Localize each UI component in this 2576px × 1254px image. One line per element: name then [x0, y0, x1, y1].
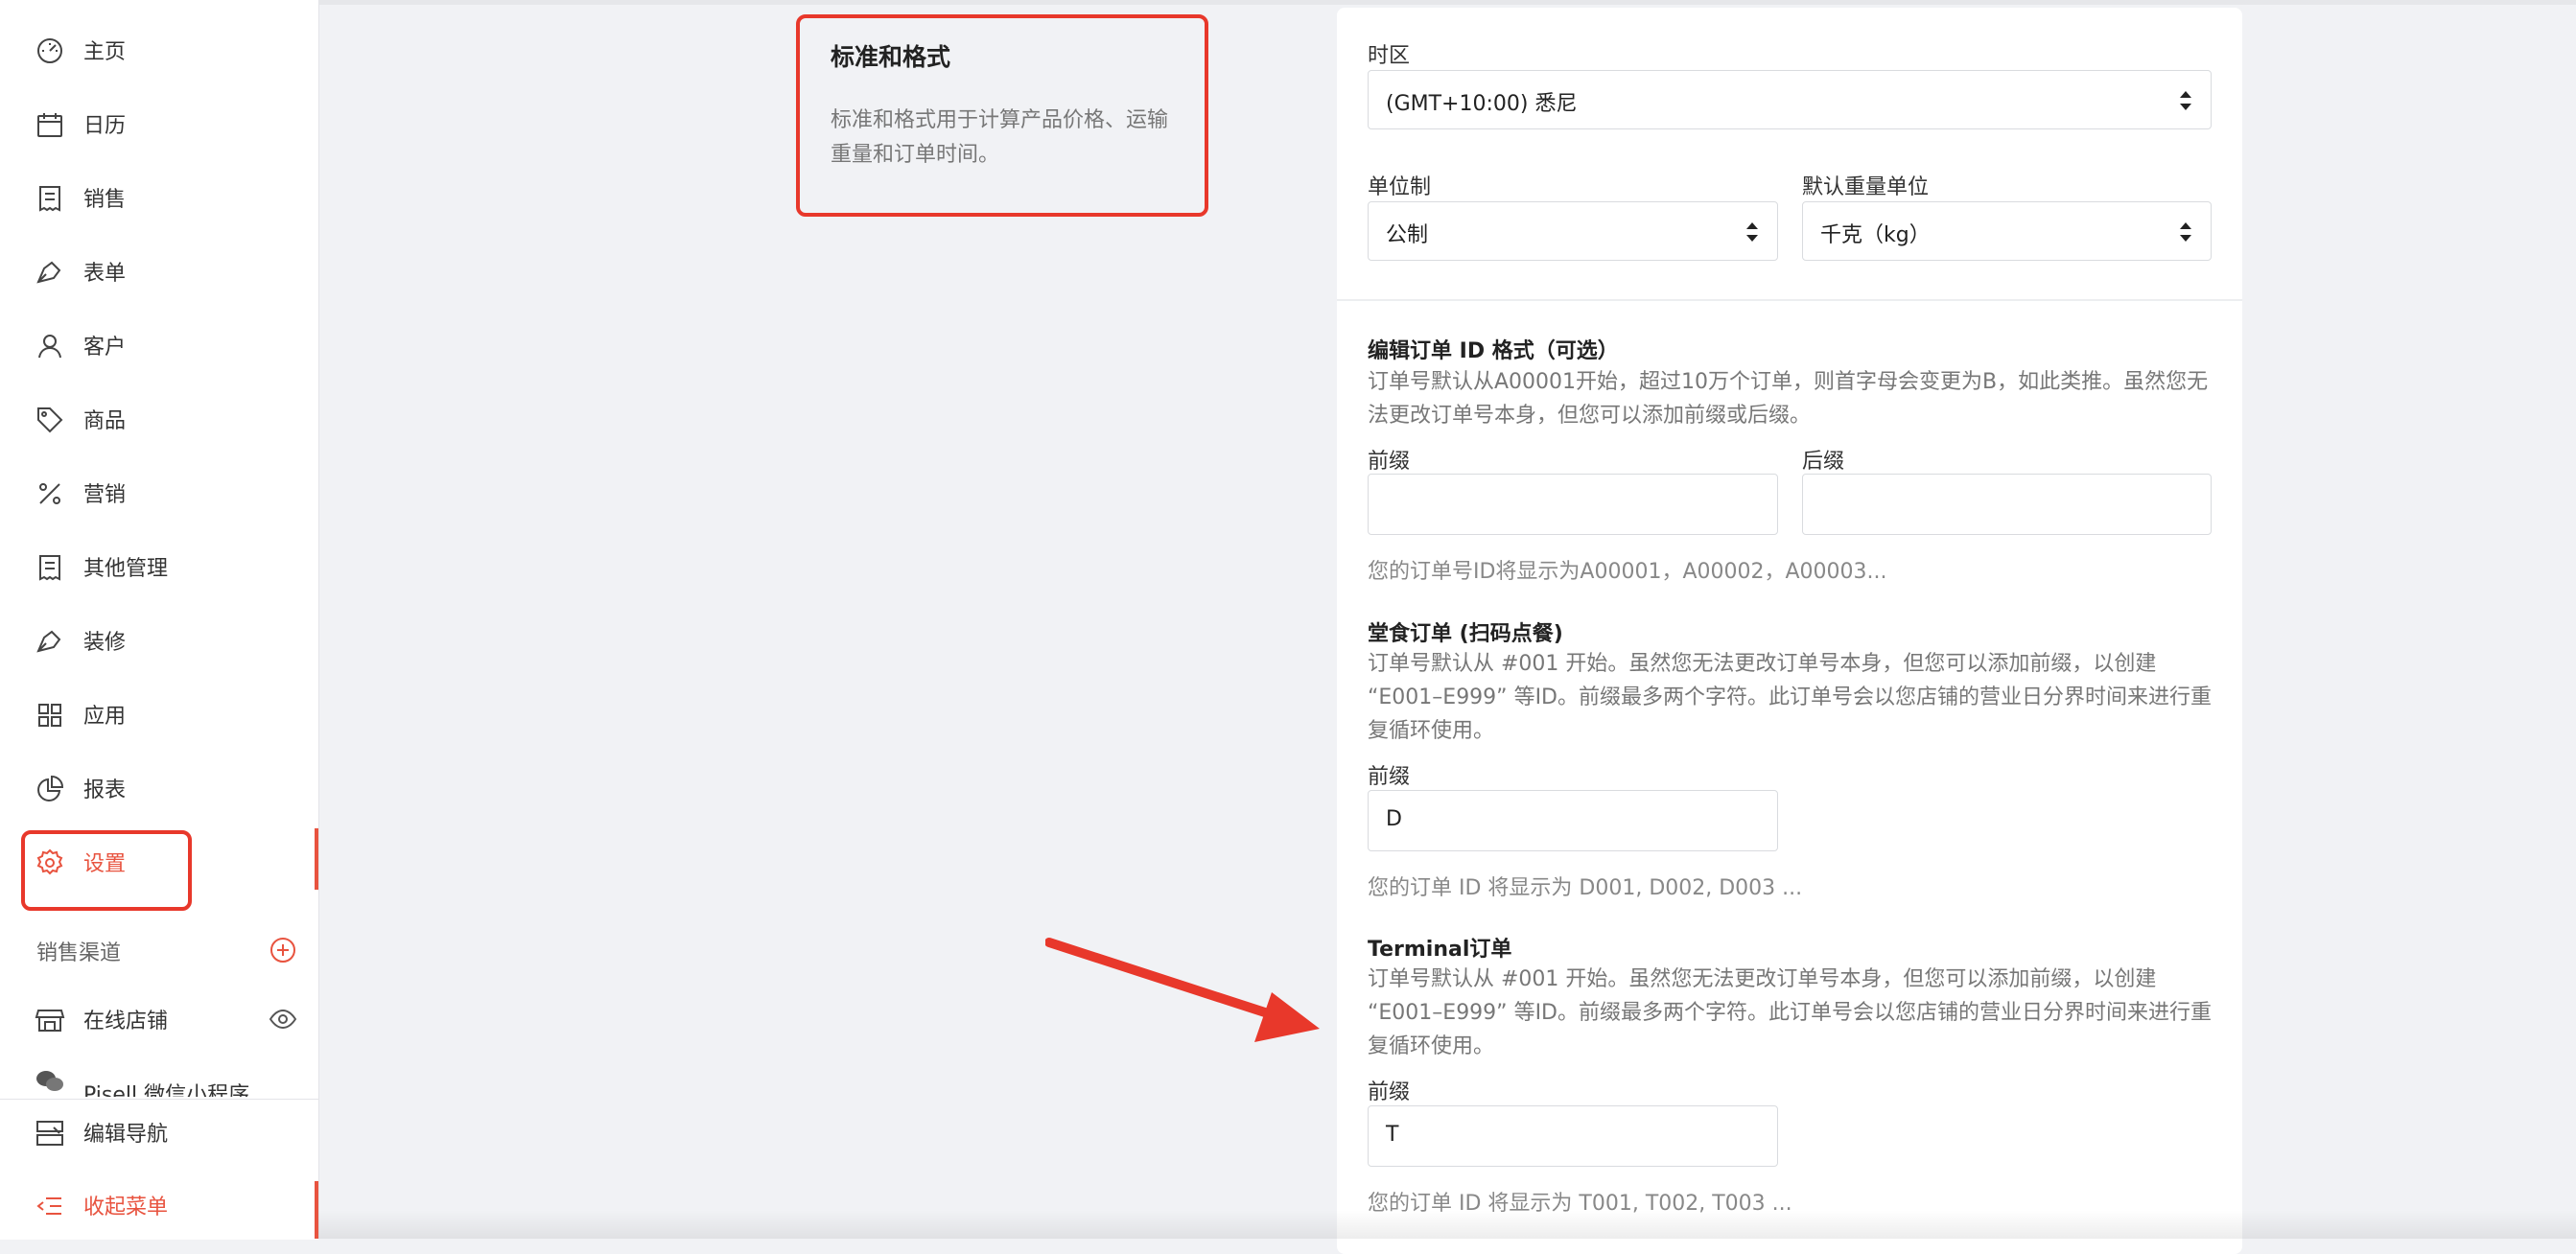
dine-in-help: 订单号默认从 #001 开始。虽然您无法更改订单号本身，但您可以添加前缀，以创建…	[1368, 652, 2213, 743]
sidebar-item-sales[interactable]: 销售	[0, 169, 318, 226]
sidebar-item-online-store[interactable]: 在线店铺	[0, 990, 318, 1048]
timezone-value: (GMT+10:00) 悉尼	[1386, 92, 1578, 116]
pie-chart-icon	[35, 774, 65, 804]
annotation-box-settings	[21, 830, 192, 911]
select-arrows-icon	[2180, 91, 2191, 110]
sales-channels-title: 销售渠道	[36, 941, 122, 965]
sidebar-item-calendar[interactable]: 日历	[0, 95, 318, 152]
unit-system-select[interactable]: 公制	[1368, 201, 1778, 261]
pen-icon	[35, 257, 65, 288]
sidebar-item-label: Pisell 微信小程序	[83, 1083, 250, 1097]
sidebar-item-mini-program[interactable]: Pisell 微信小程序	[0, 1062, 318, 1097]
dine-in-title: 堂食订单 (扫码点餐)	[1368, 622, 1563, 646]
sidebar: 主页 日历 销售 表单 客户 商品 营销 其他管理 装修 应用 报表 设置 销售…	[0, 0, 319, 1240]
unit-system-value: 公制	[1386, 223, 1429, 247]
add-channel-icon[interactable]	[269, 936, 297, 964]
dashboard-icon	[35, 35, 65, 66]
apps-icon	[35, 700, 65, 731]
sidebar-item-home[interactable]: 主页	[0, 21, 318, 79]
weight-unit-label: 默认重量单位	[1802, 175, 1930, 199]
sidebar-item-label: 销售	[83, 188, 127, 212]
sidebar-item-label: 日历	[83, 114, 127, 138]
percent-icon	[35, 478, 65, 509]
dine-in-prefix-label: 前缀	[1368, 765, 1411, 789]
sidebar-item-other[interactable]: 其他管理	[0, 538, 318, 595]
dine-in-prefix-value: D	[1386, 807, 1402, 831]
wechat-icon	[35, 1066, 65, 1097]
eye-icon[interactable]	[269, 1005, 297, 1033]
store-icon	[35, 1005, 65, 1035]
sidebar-item-label: 应用	[83, 705, 127, 729]
order-id-hint: 您的订单号ID将显示为A00001，A00002，A00003...	[1368, 560, 1887, 584]
calendar-icon	[35, 109, 65, 140]
terminal-prefix-value: T	[1386, 1123, 1399, 1147]
collapse-menu-label: 收起菜单	[83, 1196, 169, 1219]
collapse-menu-button[interactable]: 收起菜单	[0, 1176, 318, 1234]
weight-unit-value: 千克（kg）	[1820, 223, 1931, 247]
receipt-icon	[35, 552, 65, 583]
order-prefix-label: 前缀	[1368, 450, 1411, 474]
dine-in-hint: 您的订单 ID 将显示为 D001, D002, D003 ...	[1368, 876, 1803, 900]
order-id-help: 订单号默认从A00001开始，超过10万个订单，则首字母会变更为B，如此类推。虽…	[1368, 370, 2209, 428]
pen-icon	[35, 626, 65, 657]
sidebar-item-label: 报表	[83, 778, 127, 802]
order-id-title: 编辑订单 ID 格式（可选）	[1368, 339, 1619, 363]
terminal-prefix-input[interactable]: T	[1368, 1105, 1778, 1167]
dine-in-prefix-input[interactable]: D	[1368, 790, 1778, 851]
weight-unit-select[interactable]: 千克（kg）	[1802, 201, 2212, 261]
receipt-icon	[35, 183, 65, 214]
top-border	[0, 0, 2576, 5]
sidebar-item-marketing[interactable]: 营销	[0, 464, 318, 522]
timezone-select[interactable]: (GMT+10:00) 悉尼	[1368, 70, 2212, 129]
terminal-prefix-label: 前缀	[1368, 1080, 1411, 1104]
sidebar-footer: 编辑导航 收起菜单	[0, 1099, 318, 1240]
edit-navigation-button[interactable]: 编辑导航	[0, 1103, 318, 1161]
divider	[1337, 299, 2242, 301]
sidebar-item-label: 商品	[83, 409, 127, 433]
edit-nav-label: 编辑导航	[83, 1123, 169, 1147]
tag-icon	[35, 405, 65, 435]
sidebar-item-label: 表单	[83, 262, 127, 286]
user-icon	[35, 331, 65, 361]
terminal-help: 订单号默认从 #001 开始。虽然您无法更改订单号本身，但您可以添加前缀，以创建…	[1368, 967, 2213, 1058]
sidebar-item-forms[interactable]: 表单	[0, 243, 318, 300]
sidebar-item-label: 主页	[83, 40, 127, 64]
section-description: 标准和格式用于计算产品价格、运输重量和订单时间。	[831, 108, 1169, 167]
terminal-title: Terminal订单	[1368, 938, 1512, 962]
sidebar-item-apps[interactable]: 应用	[0, 685, 318, 743]
sidebar-item-label: 其他管理	[83, 557, 169, 581]
order-suffix-input[interactable]	[1802, 474, 2212, 535]
order-prefix-input[interactable]	[1368, 474, 1778, 535]
sidebar-item-decoration[interactable]: 装修	[0, 612, 318, 669]
sidebar-item-customers[interactable]: 客户	[0, 316, 318, 374]
active-indicator	[315, 828, 318, 890]
bottom-shadow	[318, 1210, 2576, 1239]
sidebar-item-label: 在线店铺	[83, 1010, 169, 1033]
sidebar-item-reports[interactable]: 报表	[0, 759, 318, 817]
sidebar-item-label: 装修	[83, 631, 127, 655]
select-arrows-icon	[2180, 222, 2191, 242]
edit-nav-icon	[35, 1118, 65, 1149]
sidebar-item-label: 营销	[83, 483, 127, 507]
section-title: 标准和格式	[831, 43, 951, 71]
select-arrows-icon	[1746, 222, 1758, 242]
order-suffix-label: 后缀	[1802, 450, 1845, 474]
sidebar-item-label: 客户	[83, 336, 127, 360]
unit-system-label: 单位制	[1368, 175, 1432, 199]
sidebar-item-products[interactable]: 商品	[0, 390, 318, 448]
collapse-menu-icon	[35, 1191, 65, 1221]
annotation-arrow-icon	[1045, 938, 1320, 1042]
timezone-label: 时区	[1368, 44, 1411, 68]
